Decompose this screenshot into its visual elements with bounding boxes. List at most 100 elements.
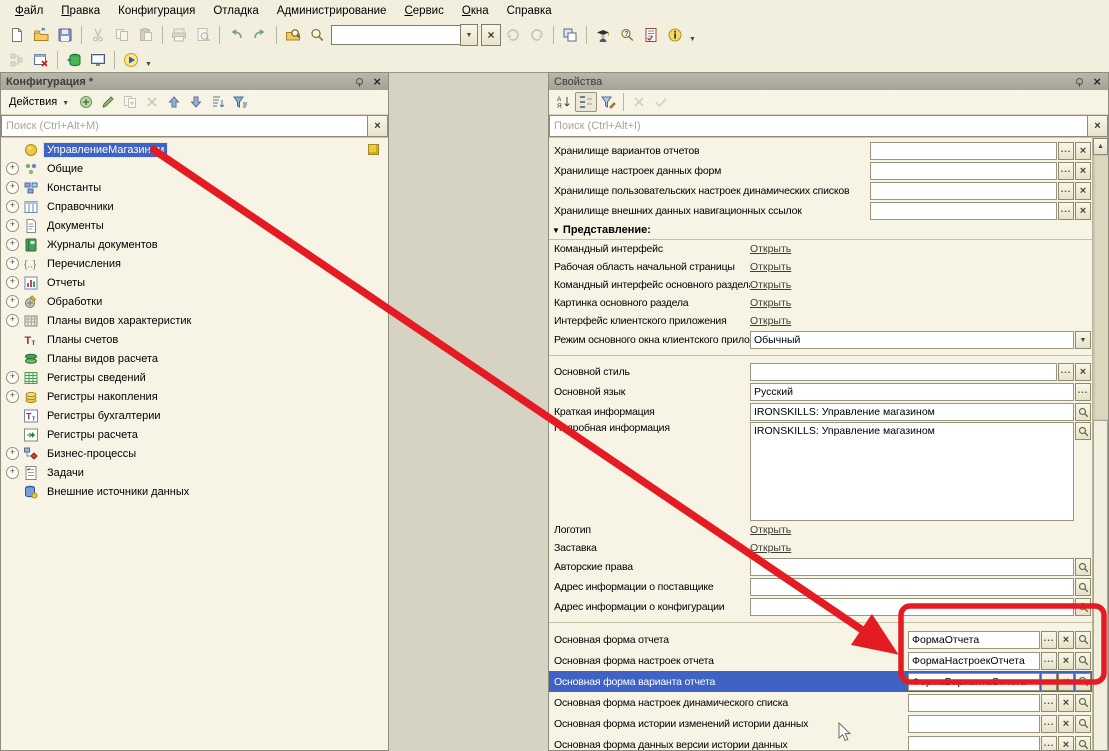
category-header[interactable]: ▼Представление: xyxy=(549,221,1092,240)
edit-pencil-icon[interactable] xyxy=(97,92,119,112)
start-debug-icon[interactable] xyxy=(119,49,143,71)
property-row-main-dynamic-list-settings-form[interactable]: Основная форма настроек динамического сп… xyxy=(549,692,1092,713)
expand-icon[interactable]: + xyxy=(6,447,19,460)
menu-help[interactable]: Справка xyxy=(498,2,561,20)
property-row-main-data-history-version-data-form[interactable]: Основная форма данных версии истории дан… xyxy=(549,734,1092,750)
categories-icon[interactable] xyxy=(575,92,597,112)
property-value-field[interactable] xyxy=(870,162,1057,180)
zoom-icon[interactable] xyxy=(305,24,329,46)
clear-search-icon[interactable]: × xyxy=(367,115,388,137)
close-icon[interactable]: × xyxy=(371,75,383,88)
open-icon-magnifier[interactable] xyxy=(1075,694,1091,712)
clear-icon[interactable]: × xyxy=(1058,673,1074,691)
props-filter-icon[interactable] xyxy=(597,92,619,112)
actions-menu-button[interactable]: Действия ▼ xyxy=(5,94,75,110)
property-value-field[interactable] xyxy=(908,715,1040,733)
property-value-field[interactable]: ФормаОтчета xyxy=(908,631,1040,649)
open-link[interactable]: Открыть xyxy=(750,243,791,255)
choose-icon[interactable]: ... xyxy=(1058,142,1074,160)
menu-file[interactable]: Файл xyxy=(6,2,52,20)
menu-configuration[interactable]: Конфигурация xyxy=(109,2,204,20)
choose-icon[interactable]: ... xyxy=(1075,383,1091,401)
configuration-search-input[interactable] xyxy=(1,115,367,137)
property-row-main-data-history-change-history-form[interactable]: Основная форма истории изменений истории… xyxy=(549,713,1092,734)
expand-icon[interactable]: + xyxy=(6,257,19,270)
save-icon[interactable] xyxy=(53,24,77,46)
tree-item-charts-of-calculation-types[interactable]: Планы видов расчета xyxy=(1,349,388,368)
tree-item-calculation-registers[interactable]: Регистры расчета xyxy=(1,425,388,444)
expand-icon[interactable]: + xyxy=(6,200,19,213)
expand-icon[interactable]: + xyxy=(6,390,19,403)
property-row-configuration-information-address[interactable]: Адрес информации о конфигурации xyxy=(549,597,1092,617)
property-value-field[interactable] xyxy=(870,202,1057,220)
property-row-report-variants-storage[interactable]: Хранилище вариантов отчетов...× xyxy=(549,141,1092,161)
add-icon[interactable] xyxy=(75,92,97,112)
toolbar-options-icon[interactable]: ▼ xyxy=(145,61,152,68)
property-value-field[interactable] xyxy=(908,694,1040,712)
tree-item-information-registers[interactable]: +Регистры сведений xyxy=(1,368,388,387)
property-row-main-report-settings-form[interactable]: Основная форма настроек отчетаФормаНастр… xyxy=(549,650,1092,671)
window-close-icon[interactable] xyxy=(29,49,53,71)
tree-item-accounting-registers[interactable]: ТтРегистры бухгалтерии xyxy=(1,406,388,425)
move-down-icon[interactable] xyxy=(185,92,207,112)
property-value-field[interactable] xyxy=(908,736,1040,751)
tree-item-document-journals[interactable]: +Журналы документов xyxy=(1,235,388,254)
property-row-dynamic-lists-user-settings-storage[interactable]: Хранилище пользовательских настроек дина… xyxy=(549,181,1092,201)
open-link[interactable]: Открыть xyxy=(750,524,791,536)
property-row-command-interface[interactable]: Командный интерфейсОткрыть xyxy=(549,240,1092,258)
choose-icon[interactable]: ... xyxy=(1058,363,1074,381)
tree-item-tasks[interactable]: +Задачи xyxy=(1,463,388,482)
tree-item-charts-of-accounts[interactable]: ТтПланы счетов xyxy=(1,330,388,349)
open-link[interactable]: Открыть xyxy=(750,297,791,309)
property-value-field[interactable] xyxy=(750,558,1074,576)
property-value-field[interactable] xyxy=(750,598,1074,616)
tree-item-external-data-sources[interactable]: Внешние источники данных xyxy=(1,482,388,501)
redo-icon[interactable] xyxy=(248,24,272,46)
open-icon[interactable] xyxy=(29,24,53,46)
open-icon-magnifier[interactable] xyxy=(1075,673,1091,691)
expand-icon[interactable]: + xyxy=(6,238,19,251)
tree-item-charts-of-characteristic-types[interactable]: +Планы видов характеристик xyxy=(1,311,388,330)
tree-item-catalogs[interactable]: +Справочники xyxy=(1,197,388,216)
clear-icon[interactable]: × xyxy=(1075,363,1091,381)
scrollbar-track[interactable] xyxy=(1093,155,1108,420)
open-icon-magnifier[interactable] xyxy=(1075,736,1091,751)
sort-list-icon[interactable] xyxy=(207,92,229,112)
expand-icon[interactable]: + xyxy=(6,276,19,289)
sort-az-icon[interactable]: АЯ xyxy=(553,92,575,112)
property-row-main-report-form[interactable]: Основная форма отчетаФормаОтчета...× xyxy=(549,629,1092,650)
property-row-brief-information[interactable]: Краткая информацияIRONSKILLS: Управление… xyxy=(549,402,1092,422)
clear-icon[interactable]: × xyxy=(1058,715,1074,733)
property-value-field[interactable]: Обычный xyxy=(750,331,1074,349)
choose-icon[interactable]: ... xyxy=(1041,715,1057,733)
chevron-down-icon[interactable]: ▼ xyxy=(1075,331,1091,349)
property-value-field[interactable]: ФормаНастроекОтчета xyxy=(908,652,1040,670)
global-search-icon[interactable] xyxy=(281,24,305,46)
property-row-main-section-command-interface[interactable]: Командный интерфейс основного разделаОтк… xyxy=(549,276,1092,294)
undo-icon[interactable] xyxy=(224,24,248,46)
expand-icon[interactable]: + xyxy=(6,466,19,479)
properties-scrollbar[interactable]: ▲ xyxy=(1092,138,1108,750)
property-value-field[interactable]: Русский xyxy=(750,383,1074,401)
open-icon-magnifier[interactable] xyxy=(1075,578,1091,596)
clear-icon[interactable]: × xyxy=(1058,652,1074,670)
property-row-vendor-information-address[interactable]: Адрес информации о поставщике xyxy=(549,577,1092,597)
syntax-check-icon[interactable] xyxy=(639,24,663,46)
menu-debug[interactable]: Отладка xyxy=(204,2,267,20)
menu-edit[interactable]: Правка xyxy=(52,2,109,20)
clear-icon[interactable]: × xyxy=(1058,631,1074,649)
chevron-down-icon[interactable]: ▼ xyxy=(460,24,478,46)
expand-icon[interactable]: + xyxy=(6,162,19,175)
toolbar-options-icon[interactable]: ▼ xyxy=(689,36,696,43)
expand-icon[interactable]: + xyxy=(6,181,19,194)
filter-icon[interactable] xyxy=(229,92,251,112)
windows-icon[interactable] xyxy=(558,24,582,46)
property-value-field[interactable]: IRONSKILLS: Управление магазином xyxy=(750,403,1074,421)
choose-icon[interactable]: ... xyxy=(1041,652,1057,670)
choose-icon[interactable]: ... xyxy=(1041,736,1057,751)
open-link[interactable]: Открыть xyxy=(750,261,791,273)
quick-search-input[interactable] xyxy=(331,25,460,45)
choose-icon[interactable]: ... xyxy=(1041,673,1057,691)
property-value-field[interactable] xyxy=(870,182,1057,200)
tree-item-common[interactable]: +Общие xyxy=(1,159,388,178)
